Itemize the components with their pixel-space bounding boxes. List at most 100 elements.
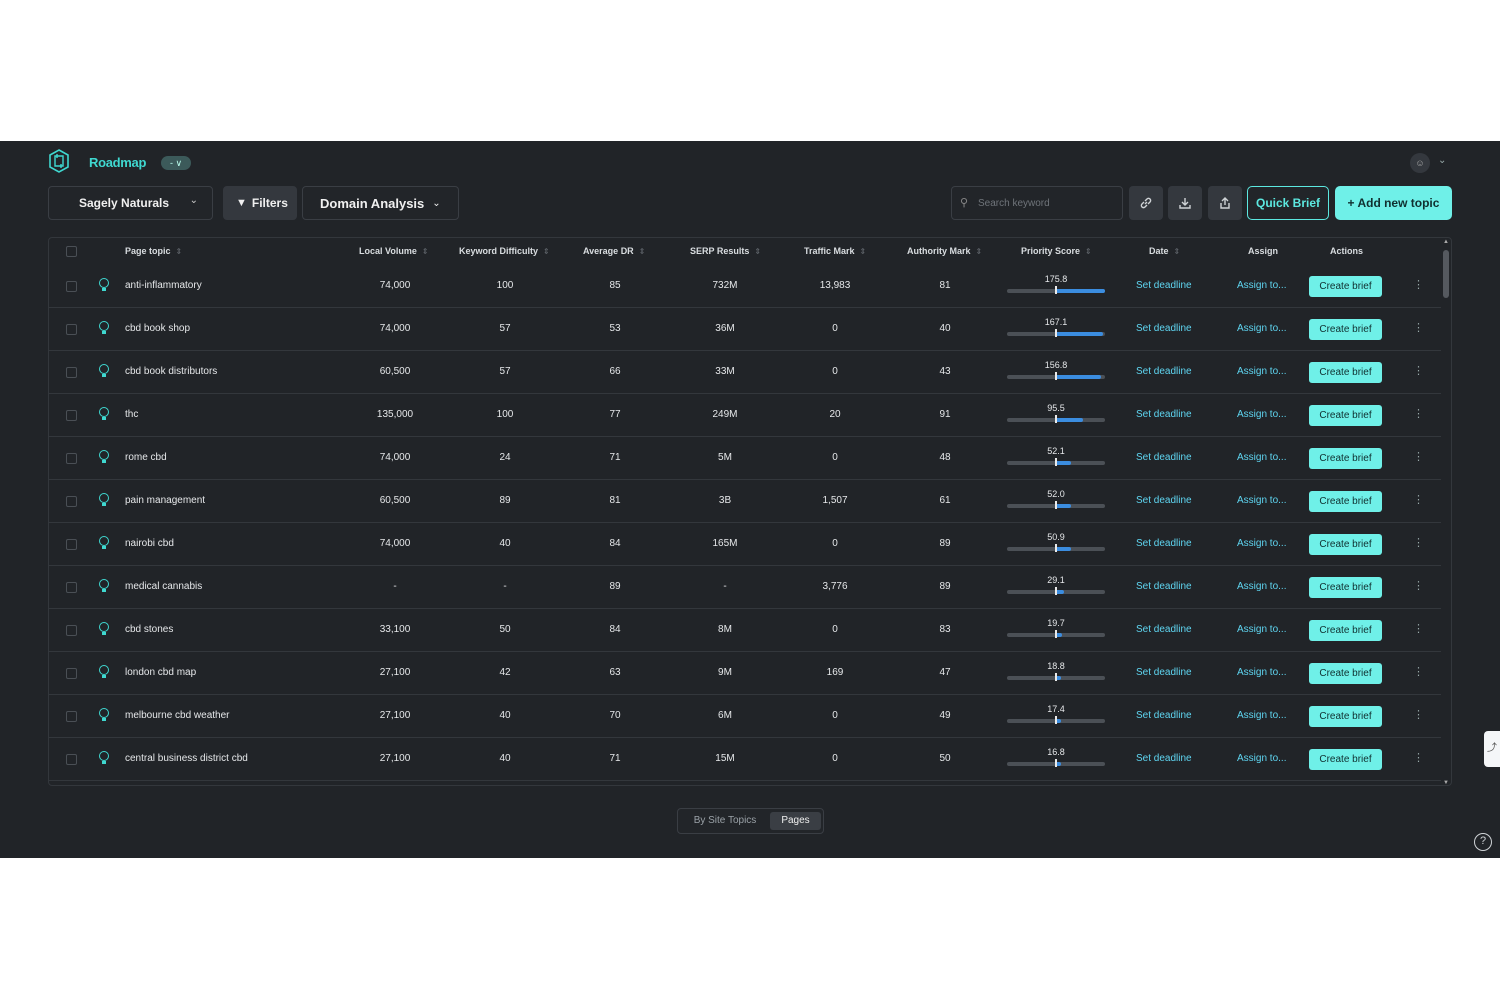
create-brief-button[interactable]: Create brief [1309, 706, 1382, 727]
assign-to-link[interactable]: Assign to... [1237, 624, 1286, 635]
assign-to-link[interactable]: Assign to... [1237, 538, 1286, 549]
filters-button[interactable]: ▼ Filters [223, 186, 297, 220]
table-row[interactable]: rome cbd 74,000 24 71 5M 0 48 52.1 Set deadline A… [49, 437, 1441, 480]
table-row[interactable]: cbd book shop 74,000 57 53 36M 0 40 167.1 Set de… [49, 308, 1441, 351]
create-brief-button[interactable]: Create brief [1309, 362, 1382, 383]
table-row[interactable]: medical cannabis - - 89 - 3,776 89 29.1 Set dead… [49, 566, 1441, 609]
table-row[interactable]: anti-inflammatory 74,000 100 85 732M 13,983 81… [49, 265, 1441, 308]
col-date[interactable]: Date ⇕ [1149, 246, 1180, 256]
set-deadline-link[interactable]: Set deadline [1136, 280, 1192, 291]
create-brief-button[interactable]: Create brief [1309, 448, 1382, 469]
set-deadline-link[interactable]: Set deadline [1136, 495, 1192, 506]
create-brief-button[interactable]: Create brief [1309, 276, 1382, 297]
create-brief-button[interactable]: Create brief [1309, 749, 1382, 770]
quick-brief-button[interactable]: Quick Brief [1247, 186, 1329, 220]
row-checkbox[interactable] [66, 367, 77, 378]
domain-analysis-button[interactable]: Domain Analysis ⌄ [302, 186, 459, 220]
row-checkbox[interactable] [66, 582, 77, 593]
kebab-icon[interactable]: ⋮ [1413, 364, 1424, 377]
row-checkbox[interactable] [66, 453, 77, 464]
row-checkbox[interactable] [66, 754, 77, 765]
by-site-topics-tab[interactable]: By Site Topics [683, 812, 767, 830]
set-deadline-link[interactable]: Set deadline [1136, 409, 1192, 420]
kebab-icon[interactable]: ⋮ [1413, 665, 1424, 678]
page-topic-cell[interactable]: cbd book distributors [125, 366, 217, 377]
col-priority-score[interactable]: Priority Score ⇕ [1021, 246, 1092, 256]
create-brief-button[interactable]: Create brief [1309, 534, 1382, 555]
help-icon[interactable]: ? [1474, 833, 1492, 851]
create-brief-button[interactable]: Create brief [1309, 663, 1382, 684]
kebab-icon[interactable]: ⋮ [1413, 622, 1424, 635]
assign-to-link[interactable]: Assign to... [1237, 581, 1286, 592]
select-all-checkbox[interactable] [66, 246, 77, 257]
set-deadline-link[interactable]: Set deadline [1136, 581, 1192, 592]
col-keyword-difficulty[interactable]: Keyword Difficulty ⇕ [459, 246, 550, 256]
assign-to-link[interactable]: Assign to... [1237, 495, 1286, 506]
table-row[interactable]: nairobi cbd 74,000 40 84 165M 0 89 50.9 Set dead… [49, 523, 1441, 566]
create-brief-button[interactable]: Create brief [1309, 405, 1382, 426]
kebab-icon[interactable]: ⋮ [1413, 708, 1424, 721]
col-average-dr[interactable]: Average DR ⇕ [583, 246, 645, 256]
user-icon[interactable]: ☺ [1410, 153, 1430, 173]
kebab-icon[interactable]: ⋮ [1413, 493, 1424, 506]
row-checkbox[interactable] [66, 410, 77, 421]
row-checkbox[interactable] [66, 539, 77, 550]
kebab-icon[interactable]: ⋮ [1413, 407, 1424, 420]
row-checkbox[interactable] [66, 711, 77, 722]
title-dropdown[interactable]: - ∨ [161, 156, 191, 170]
page-topic-cell[interactable]: medical cannabis [125, 581, 202, 592]
assign-to-link[interactable]: Assign to... [1237, 366, 1286, 377]
page-topic-cell[interactable]: cbd book shop [125, 323, 190, 334]
table-row[interactable]: pain management 60,500 89 81 3B 1,507 61 52.0 Se… [49, 480, 1441, 523]
set-deadline-link[interactable]: Set deadline [1136, 323, 1192, 334]
kebab-icon[interactable]: ⋮ [1413, 536, 1424, 549]
page-topic-cell[interactable]: london cbd map [125, 667, 196, 678]
kebab-icon[interactable]: ⋮ [1413, 450, 1424, 463]
share-button[interactable] [1208, 186, 1242, 220]
project-select[interactable]: Sagely Naturals ⌄ [48, 186, 213, 220]
col-serp-results[interactable]: SERP Results ⇕ [690, 246, 761, 256]
set-deadline-link[interactable]: Set deadline [1136, 710, 1192, 721]
create-brief-button[interactable]: Create brief [1309, 491, 1382, 512]
assign-to-link[interactable]: Assign to... [1237, 280, 1286, 291]
col-page-topic[interactable]: Page topic ⇕ [125, 246, 182, 256]
download-button[interactable] [1168, 186, 1202, 220]
table-row[interactable]: central business district cbd 27,100 40 71 1… [49, 738, 1441, 781]
assign-to-link[interactable]: Assign to... [1237, 409, 1286, 420]
page-topic-cell[interactable]: pain management [125, 495, 205, 506]
assign-to-link[interactable]: Assign to... [1237, 452, 1286, 463]
table-row[interactable]: cbd stones 33,100 50 84 8M 0 83 19.7 Set deadlin… [49, 609, 1441, 652]
search-input[interactable] [978, 195, 1118, 211]
kebab-icon[interactable]: ⋮ [1413, 751, 1424, 764]
kebab-icon[interactable]: ⋮ [1413, 579, 1424, 592]
table-row[interactable]: melbourne cbd weather 27,100 40 70 6M 0 49 17.4… [49, 695, 1441, 738]
row-checkbox[interactable] [66, 668, 77, 679]
kebab-icon[interactable]: ⋮ [1413, 278, 1424, 291]
set-deadline-link[interactable]: Set deadline [1136, 366, 1192, 377]
copy-link-button[interactable] [1129, 186, 1163, 220]
assign-to-link[interactable]: Assign to... [1237, 667, 1286, 678]
side-panel-tab[interactable]: ⤴ [1484, 731, 1500, 767]
row-checkbox[interactable] [66, 496, 77, 507]
page-topic-cell[interactable]: nairobi cbd [125, 538, 174, 549]
set-deadline-link[interactable]: Set deadline [1136, 667, 1192, 678]
row-checkbox[interactable] [66, 281, 77, 292]
kebab-icon[interactable]: ⋮ [1413, 321, 1424, 334]
assign-to-link[interactable]: Assign to... [1237, 753, 1286, 764]
page-topic-cell[interactable]: rome cbd [125, 452, 167, 463]
page-topic-cell[interactable]: thc [125, 409, 138, 420]
page-topic-cell[interactable]: central business district cbd [125, 753, 248, 764]
create-brief-button[interactable]: Create brief [1309, 319, 1382, 340]
add-new-topic-button[interactable]: + Add new topic [1335, 186, 1452, 220]
set-deadline-link[interactable]: Set deadline [1136, 538, 1192, 549]
row-checkbox[interactable] [66, 324, 77, 335]
chevron-down-icon[interactable]: ⌄ [1438, 155, 1446, 166]
set-deadline-link[interactable]: Set deadline [1136, 624, 1192, 635]
assign-to-link[interactable]: Assign to... [1237, 710, 1286, 721]
col-authority-mark[interactable]: Authority Mark ⇕ [907, 246, 982, 256]
set-deadline-link[interactable]: Set deadline [1136, 753, 1192, 764]
table-row[interactable]: thc 135,000 100 77 249M 20 91 95.5 Set deadline A… [49, 394, 1441, 437]
table-row[interactable]: london cbd map 27,100 42 63 9M 169 47 18.8 Set d… [49, 652, 1441, 695]
pages-tab[interactable]: Pages [770, 812, 821, 830]
table-scrollbar[interactable]: ▲ ▼ [1443, 239, 1449, 785]
